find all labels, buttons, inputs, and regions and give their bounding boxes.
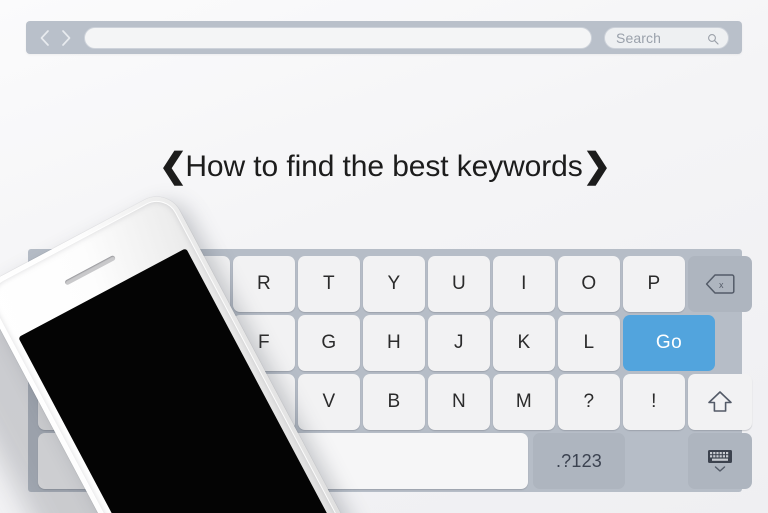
search-box[interactable]: Search [604, 27, 729, 49]
key-exclamation-label: ! [651, 391, 657, 412]
key-shift[interactable] [688, 374, 752, 430]
key-r-label: R [256, 273, 272, 294]
key-v-label: V [322, 391, 336, 412]
key-g-label: G [321, 332, 337, 353]
key-k-label: K [517, 332, 531, 353]
key-p-label: P [647, 273, 661, 294]
key-r[interactable]: R [233, 256, 295, 312]
key-m-label: M [515, 391, 533, 412]
key-u[interactable]: U [428, 256, 490, 312]
key-t-label: T [322, 273, 335, 294]
key-backspace-icon: x [705, 273, 735, 295]
screenshot-canvas: Search ❮How to find the best keywords❯ Q… [0, 0, 768, 513]
key-k[interactable]: K [493, 315, 555, 371]
phone-earpiece-speaker [64, 254, 117, 286]
page-title: ❮How to find the best keywords❯ [0, 144, 768, 189]
key-question[interactable]: ? [558, 374, 620, 430]
key-v[interactable]: V [298, 374, 360, 430]
key-numeric[interactable]: .?123 [533, 433, 625, 489]
key-p[interactable]: P [623, 256, 685, 312]
key-j[interactable]: J [428, 315, 490, 371]
chevron-left-icon[interactable] [38, 29, 51, 47]
key-go[interactable]: Go [623, 315, 715, 371]
key-backspace[interactable]: x [688, 256, 752, 312]
key-f-label: F [257, 332, 270, 353]
key-l[interactable]: L [558, 315, 620, 371]
key-n-label: N [451, 391, 467, 412]
chevron-right-icon[interactable] [60, 29, 73, 47]
browser-toolbar: Search [26, 21, 742, 54]
title-left-chevron-icon: ❮ [158, 147, 187, 185]
navigation-arrows [38, 21, 73, 54]
key-m[interactable]: M [493, 374, 555, 430]
key-o[interactable]: O [558, 256, 620, 312]
magnifier-icon [707, 32, 719, 45]
key-b-label: B [387, 391, 401, 412]
key-exclamation[interactable]: ! [623, 374, 685, 430]
key-g[interactable]: G [298, 315, 360, 371]
key-n[interactable]: N [428, 374, 490, 430]
key-question-label: ? [583, 391, 595, 412]
search-input[interactable]: Search [616, 31, 661, 45]
address-bar-input[interactable] [84, 27, 592, 49]
key-l-label: L [583, 332, 595, 353]
title-text: How to find the best keywords [185, 150, 583, 183]
key-t[interactable]: T [298, 256, 360, 312]
key-dismiss-keyboard-icon [705, 448, 735, 474]
title-right-chevron-icon: ❯ [582, 147, 611, 185]
key-i[interactable]: I [493, 256, 555, 312]
key-go-label: Go [655, 332, 683, 353]
key-b[interactable]: B [363, 374, 425, 430]
key-shift-icon [707, 389, 733, 415]
key-dismiss-keyboard[interactable] [688, 433, 752, 489]
key-i-label: I [521, 273, 527, 294]
key-u-label: U [451, 273, 467, 294]
key-y[interactable]: Y [363, 256, 425, 312]
key-o-label: O [581, 273, 597, 294]
key-j-label: J [454, 332, 464, 353]
svg-text:x: x [719, 280, 724, 290]
key-y-label: Y [387, 273, 401, 294]
key-numeric-label: .?123 [555, 450, 603, 471]
key-h[interactable]: H [363, 315, 425, 371]
key-h-label: H [386, 332, 402, 353]
